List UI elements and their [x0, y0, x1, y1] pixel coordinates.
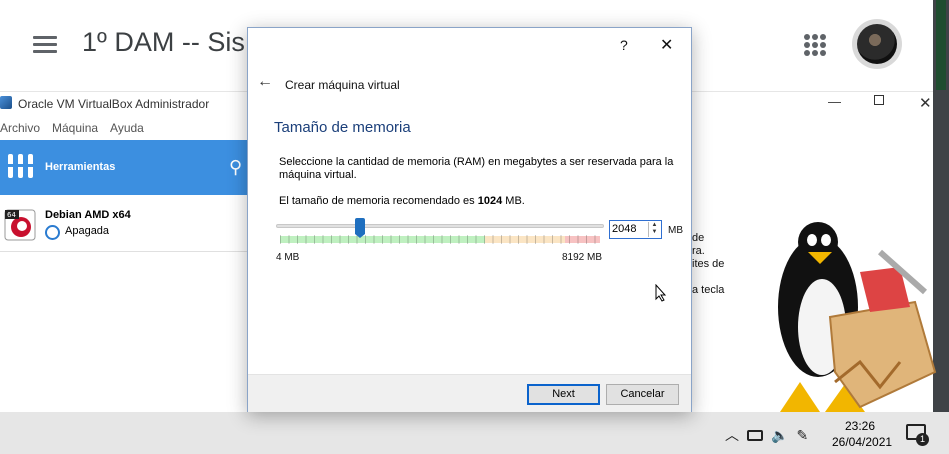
chevron-up-icon[interactable]: ︿	[725, 425, 739, 445]
menu-icon[interactable]	[33, 36, 57, 54]
tools-icon	[8, 154, 33, 178]
avatar[interactable]	[852, 19, 902, 69]
background-window-tab	[936, 0, 946, 90]
back-arrow-icon[interactable]: ←	[257, 73, 273, 91]
recommended-unit: MB.	[505, 195, 525, 207]
list-divider	[0, 251, 262, 252]
wizard-title: Crear máquina virtual	[285, 78, 400, 92]
close-button[interactable]: ✕	[919, 94, 932, 112]
recommended-prefix: El tamaño de memoria recomendado es	[279, 195, 475, 207]
welcome-text-line: a tecla	[692, 284, 725, 296]
minimize-button[interactable]: —	[828, 94, 841, 109]
cancel-button[interactable]: Cancelar	[606, 384, 679, 405]
welcome-text-line: ites de	[692, 258, 725, 270]
create-vm-dialog: ? ✕ ← Crear máquina virtual Tamaño de me…	[247, 27, 692, 412]
clock-time: 23:26	[844, 419, 876, 433]
virtualbox-icon	[0, 96, 12, 109]
clock-date: 26/04/2021	[832, 435, 893, 449]
dialog-footer: Next Cancelar	[248, 374, 691, 412]
menu-ayuda[interactable]: Ayuda	[110, 121, 144, 139]
slider-handle[interactable]	[354, 218, 365, 238]
recommended-value: 1024	[477, 195, 503, 207]
welcome-text-line	[692, 271, 724, 284]
page-heading: Tamaño de memoria	[274, 119, 411, 136]
slider-max-label: 8192 MB	[562, 252, 603, 263]
vm-name: Debian AMD x64	[45, 209, 131, 221]
slider-track[interactable]	[276, 224, 604, 228]
recommended-text: El tamaño de memoria recomendado es 1024…	[279, 195, 525, 207]
mouse-cursor-icon	[655, 284, 667, 302]
memory-value[interactable]: 2048	[612, 223, 636, 235]
help-button[interactable]: ?	[620, 37, 628, 53]
welcome-text: de ra. ites de a tecla	[692, 232, 724, 297]
debian-icon: 64	[4, 209, 36, 241]
page-title: 1º DAM -- Sis	[82, 27, 245, 57]
welcome-text-line: ra.	[692, 245, 705, 257]
network-icon[interactable]	[747, 429, 763, 441]
notification-badge: 1	[916, 433, 929, 446]
apps-grid-icon[interactable]	[804, 34, 826, 56]
spin-up-icon[interactable]: ▲	[649, 222, 660, 229]
spin-down-icon[interactable]: ▼	[649, 229, 660, 236]
pen-icon[interactable]: ✎	[796, 427, 808, 444]
maximize-button[interactable]	[874, 95, 884, 105]
power-off-icon	[45, 225, 60, 240]
system-tray: ︿ 🔈 ✎	[725, 425, 808, 445]
clock[interactable]: 23:26 26/04/2021	[832, 418, 893, 450]
tux-toolbox-illustration	[778, 222, 937, 412]
next-button[interactable]: Next	[527, 384, 600, 405]
tools-item[interactable]: Herramientas ⚲	[0, 140, 262, 195]
vm-list-item[interactable]: 64 Debian AMD x64 Apagada	[0, 203, 262, 251]
memory-spinbox[interactable]: 2048 ▲ ▼	[609, 220, 662, 239]
tools-label: Herramientas	[45, 161, 116, 173]
memory-slider[interactable]	[276, 215, 604, 250]
slider-ticks	[280, 235, 600, 244]
pin-icon[interactable]: ⚲	[229, 157, 242, 178]
slider-min-label: 4 MB	[276, 252, 300, 263]
menu-bar: Archivo Máquina Ayuda	[0, 121, 144, 139]
close-button[interactable]: ✕	[660, 35, 673, 55]
menu-archivo[interactable]: Archivo	[0, 121, 40, 139]
unit-label: MB	[668, 225, 683, 236]
vm-state: Apagada	[65, 225, 110, 237]
speaker-icon[interactable]: 🔈	[771, 427, 788, 444]
description-text: Seleccione la cantidad de memoria (RAM) …	[279, 156, 674, 181]
menu-maquina[interactable]: Máquina	[52, 121, 98, 139]
window-title: Oracle VM VirtualBox Administrador	[18, 97, 210, 111]
vm-badge: 64	[7, 211, 16, 219]
welcome-text-line: de	[692, 232, 705, 244]
spin-buttons[interactable]: ▲ ▼	[648, 222, 660, 237]
